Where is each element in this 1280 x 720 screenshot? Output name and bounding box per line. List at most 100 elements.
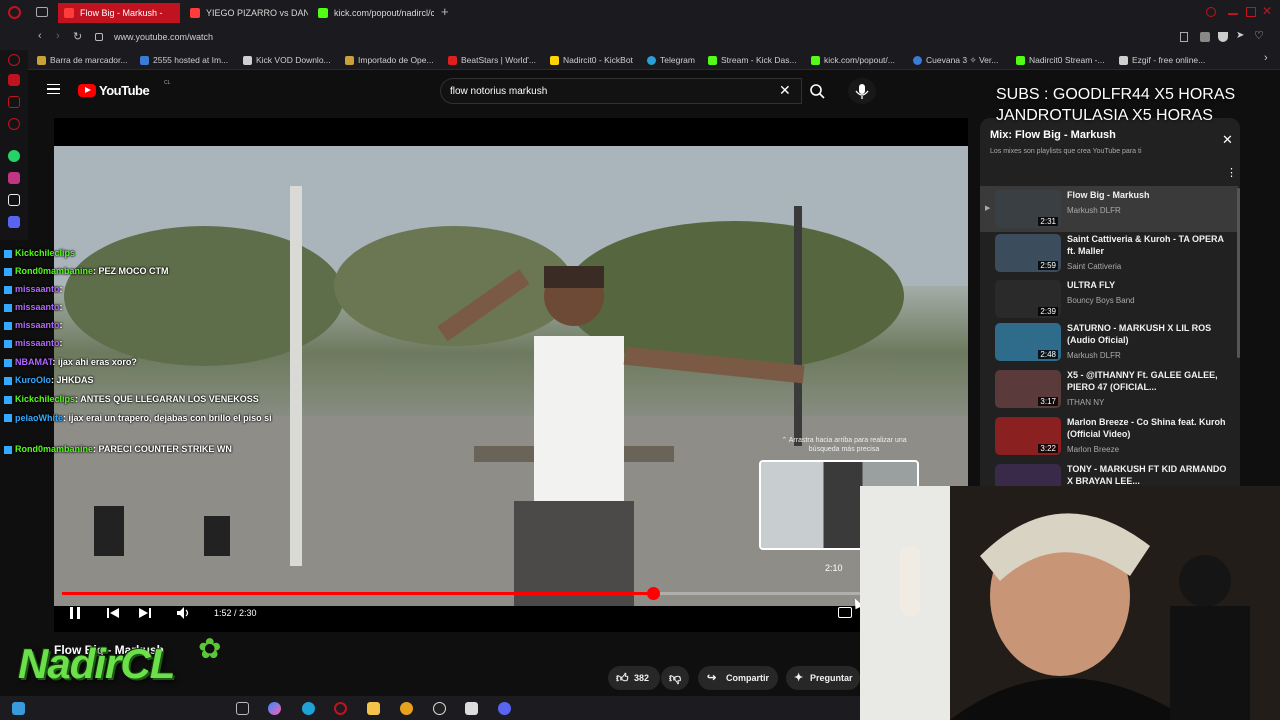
app-icon[interactable] xyxy=(400,702,413,715)
tab-yiego[interactable]: YIEGO PIZARRO vs DANI xyxy=(184,3,308,23)
chat-message: pelaoWhite: ijax erai un trapero, dejaba… xyxy=(4,412,292,424)
bookmark-item[interactable]: Stream - Kick Das... xyxy=(708,52,797,68)
playlist-item-channel: Saint Cattiveria xyxy=(1067,262,1122,271)
tab-flow-big[interactable]: Flow Big - Markush - xyxy=(58,3,180,23)
tab-label: YIEGO PIZARRO vs DANI xyxy=(206,8,308,18)
playlist-item[interactable]: 2:39 ULTRA FLY Bouncy Boys Band xyxy=(980,276,1238,322)
volume-icon[interactable] xyxy=(176,606,190,620)
logo-text: NadirCL xyxy=(18,640,175,687)
search-input[interactable]: flow notorius markush ✕ xyxy=(440,78,802,104)
edge-icon[interactable] xyxy=(302,702,315,715)
chat-message: Rond0mambanine: PARECI COUNTER STRIKE WN xyxy=(4,444,232,454)
share-button[interactable]: ↪ Compartir xyxy=(698,666,778,690)
verified-badge-icon xyxy=(4,414,12,422)
dislike-button[interactable]: 👎︎ xyxy=(661,666,689,690)
bookmark-item[interactable]: BeatStars | World'... xyxy=(448,52,536,68)
bookmark-item[interactable]: Nadircit0 Stream -... xyxy=(1016,52,1105,68)
opera-red-icon[interactable] xyxy=(8,54,20,66)
playlist-item-current[interactable]: ▶ 2:31 Flow Big - Markush Markush DLFR xyxy=(980,186,1238,232)
playlist-item[interactable]: 2:59 Saint Cattiveria & Kuroh - TA OPERA… xyxy=(980,230,1238,276)
verified-badge-icon xyxy=(4,250,12,258)
close-window-icon[interactable]: ✕ xyxy=(1262,4,1272,18)
heart-icon[interactable]: ♡ xyxy=(1254,29,1264,42)
verified-badge-icon xyxy=(4,359,12,367)
progress-fill xyxy=(62,592,653,595)
forward-icon[interactable]: › xyxy=(56,30,60,42)
discord-icon[interactable] xyxy=(8,216,20,228)
reload-icon[interactable]: ↻ xyxy=(73,30,82,43)
aria-icon[interactable] xyxy=(8,74,20,86)
windows-start-icon[interactable] xyxy=(12,702,25,715)
search-button[interactable] xyxy=(802,78,832,104)
bookmark-item[interactable]: Importado de Ope... xyxy=(345,52,434,68)
verified-badge-icon xyxy=(4,304,12,312)
search-tabs-icon[interactable] xyxy=(1206,7,1216,17)
browser-tab-bar: Flow Big - Markush - YIEGO PIZARRO vs DA… xyxy=(0,0,1280,26)
stream-overlay-subs: SUBS : GOODLFR44 X5 HORAS JANDROTULASIA … xyxy=(996,84,1280,126)
lock-icon xyxy=(95,33,103,41)
playlist-item[interactable]: 2:48 SATURNO - MARKUSH X LIL ROS (Audio … xyxy=(980,319,1238,365)
clear-search-icon[interactable]: ✕ xyxy=(779,82,791,99)
bookmark-icon[interactable] xyxy=(1180,32,1188,42)
folder-icon xyxy=(37,56,46,65)
copilot-icon[interactable] xyxy=(268,702,281,715)
close-panel-icon[interactable]: ✕ xyxy=(1222,132,1233,148)
tiktok-icon[interactable] xyxy=(8,194,20,206)
playlist-item[interactable]: TONY - MARKUSH FT KID ARMANDO X BRAYAN L… xyxy=(980,460,1238,488)
bookmark-item[interactable]: Kick VOD Downlo... xyxy=(243,52,331,68)
ezgif-icon xyxy=(1119,56,1128,65)
like-button[interactable]: 👍︎ 382 xyxy=(608,666,660,690)
extension-icon[interactable] xyxy=(1200,32,1210,42)
bookmark-item[interactable]: 2555 hosted at Im... xyxy=(140,52,228,68)
player-icon[interactable] xyxy=(8,118,20,130)
progress-scrubber[interactable] xyxy=(646,587,660,600)
playlist-item[interactable]: 3:22 Marlon Breeze - Co Shina feat. Kuro… xyxy=(980,413,1238,459)
bookmark-item[interactable]: kick.com/popout/... xyxy=(811,52,895,68)
chat-icon[interactable] xyxy=(8,96,20,108)
mix-subtitle: Los mixes son playlists que crea YouTube… xyxy=(990,148,1142,155)
chat-message: missaanto: xyxy=(4,320,63,330)
back-icon[interactable]: ‹ xyxy=(38,30,42,42)
more-options-icon[interactable]: ⋮ xyxy=(1226,166,1237,179)
bookmark-item[interactable]: Nadircit0 - KickBot xyxy=(550,52,633,68)
instagram-icon[interactable] xyxy=(8,172,20,184)
panel-scrollbar[interactable] xyxy=(1237,188,1240,358)
send-icon[interactable]: ➤ xyxy=(1236,30,1244,41)
bookmarks-bar: Barra de marcador... 2555 hosted at Im..… xyxy=(0,50,1280,70)
next-icon[interactable] xyxy=(138,606,152,620)
bookmark-item[interactable]: Ezgif - free online... xyxy=(1119,52,1205,68)
pause-icon[interactable] xyxy=(70,607,80,619)
telegram-icon xyxy=(647,56,656,65)
shield-icon[interactable] xyxy=(1218,32,1228,42)
task-view-icon[interactable] xyxy=(236,702,249,715)
voice-search-button[interactable] xyxy=(848,78,876,104)
discord-taskbar-icon[interactable] xyxy=(498,702,511,715)
opera-gx-icon[interactable] xyxy=(334,702,347,715)
maximize-icon[interactable] xyxy=(1246,7,1256,17)
bookmark-item[interactable]: Barra de marcador... xyxy=(37,52,127,68)
progress-bar[interactable] xyxy=(62,587,860,600)
bookmark-item[interactable]: Cuevana 3 ✧ Ver... xyxy=(913,52,998,68)
playlist-item-channel: Bouncy Boys Band xyxy=(1067,296,1135,305)
minimize-icon[interactable] xyxy=(1228,13,1238,15)
playlist-item[interactable]: 3:17 X5 - @ITHANNY Ft. GALEE GALEE, PIER… xyxy=(980,366,1238,412)
previous-icon[interactable] xyxy=(106,606,120,620)
bookmark-item[interactable]: Telegram xyxy=(647,52,695,68)
tab-overview-icon[interactable] xyxy=(36,7,48,17)
chat-message: Kickchileclips xyxy=(4,248,75,258)
whatsapp-icon[interactable] xyxy=(8,150,20,162)
subtitles-icon[interactable] xyxy=(838,607,852,618)
new-tab-icon[interactable]: + xyxy=(441,4,449,19)
obs-icon[interactable] xyxy=(433,702,446,715)
menu-icon[interactable] xyxy=(47,84,60,94)
more-bookmarks-icon[interactable]: › xyxy=(1264,52,1268,64)
verified-badge-icon xyxy=(4,396,12,404)
tab-label: kick.com/popout/nadircl/c xyxy=(334,8,434,18)
store-icon[interactable] xyxy=(465,702,478,715)
browser-logo-icon[interactable] xyxy=(8,6,21,19)
tab-kick-popout[interactable]: kick.com/popout/nadircl/c xyxy=(312,3,434,23)
ask-button[interactable]: ✦ Preguntar xyxy=(786,666,860,690)
file-explorer-icon[interactable] xyxy=(367,702,380,715)
url-field[interactable]: www.youtube.com/watch xyxy=(114,32,213,42)
chat-message: Rond0mambanine: PEZ MOCO CTM xyxy=(4,266,169,276)
